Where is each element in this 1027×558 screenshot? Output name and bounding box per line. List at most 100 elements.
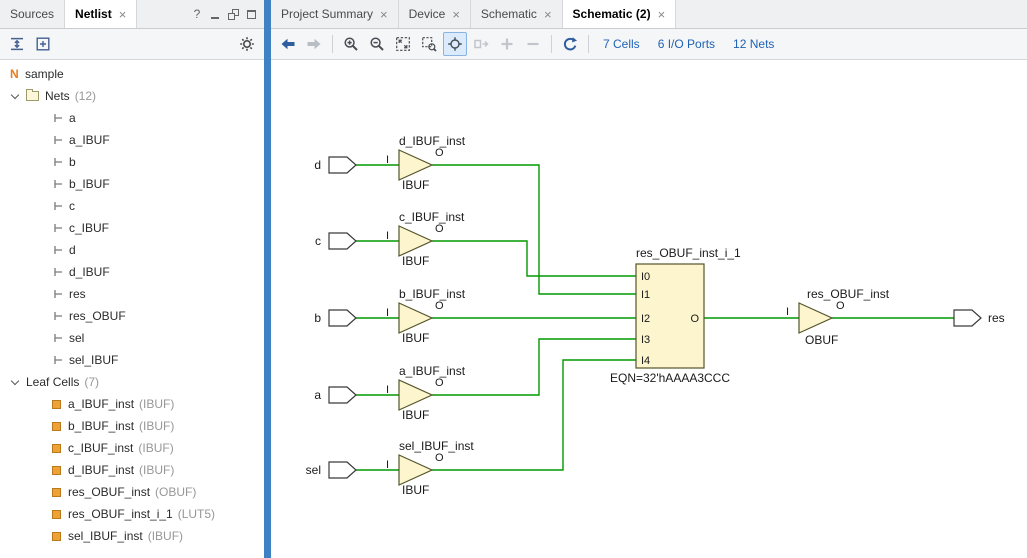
panel-splitter[interactable] xyxy=(264,0,271,558)
expand-all-button[interactable] xyxy=(31,32,55,56)
chevron-down-icon[interactable] xyxy=(11,376,19,384)
output-port-res[interactable]: res xyxy=(954,310,1005,326)
input-port-sel[interactable]: sel xyxy=(306,462,356,478)
forward-button[interactable] xyxy=(302,32,326,56)
tree-item-net-a-ibuf[interactable]: a_IBUF xyxy=(0,129,264,151)
regenerate-button[interactable] xyxy=(558,32,582,56)
ibuf-d-ibuf-inst[interactable]: d_IBUF_inst I O IBUF xyxy=(386,134,466,192)
zoom-out-icon xyxy=(369,36,385,52)
add-button[interactable] xyxy=(495,32,519,56)
tab-close-icon[interactable]: × xyxy=(544,8,552,21)
port-label: sel xyxy=(306,463,321,477)
input-port-d[interactable]: d xyxy=(314,157,356,173)
tree-item-label: Nets xyxy=(45,89,70,103)
tree-item-net-d[interactable]: d xyxy=(0,239,264,261)
tree-item-label: d xyxy=(69,243,76,257)
cells-count-link[interactable]: 7 Cells xyxy=(603,37,640,51)
tree-item-cell-res-obuf-inst[interactable]: res_OBUF_inst (OBUF) xyxy=(0,481,264,503)
back-button[interactable] xyxy=(276,32,300,56)
float-icon[interactable] xyxy=(224,0,242,28)
tree-item-cell-res-obuf-inst-i-1[interactable]: res_OBUF_inst_i_1 (LUT5) xyxy=(0,503,264,525)
tree-item-net-c-ibuf[interactable]: c_IBUF xyxy=(0,217,264,239)
tab-close-icon[interactable]: × xyxy=(119,8,127,21)
input-port-b[interactable]: b xyxy=(314,310,356,326)
net-c-ibuf[interactable] xyxy=(432,241,636,276)
ibuf-a-ibuf-inst[interactable]: a_IBUF_inst I O IBUF xyxy=(386,364,466,422)
chevron-down-icon[interactable] xyxy=(11,90,19,98)
remove-button[interactable] xyxy=(521,32,545,56)
tree-item-net-sel[interactable]: sel xyxy=(0,327,264,349)
nets-count-link[interactable]: 12 Nets xyxy=(733,37,774,51)
cell-type-label: OBUF xyxy=(805,333,838,347)
cell-icon xyxy=(52,422,61,431)
autofit-selection-button[interactable] xyxy=(443,32,467,56)
tree-item-net-b-ibuf[interactable]: b_IBUF xyxy=(0,173,264,195)
pin-label-o: O xyxy=(435,377,444,389)
tree-item-label: d_IBUF xyxy=(69,265,110,279)
pin-label-i: I xyxy=(386,230,389,242)
maximize-icon[interactable] xyxy=(242,0,260,28)
tab-close-icon[interactable]: × xyxy=(452,8,460,21)
tab-netlist[interactable]: Netlist × xyxy=(65,0,137,28)
tree-item-label: res xyxy=(69,287,86,301)
cell-type-label: IBUF xyxy=(402,178,429,192)
tree-item-cell-sel-ibuf-inst[interactable]: sel_IBUF_inst (IBUF) xyxy=(0,525,264,547)
input-port-c[interactable]: c xyxy=(315,233,356,249)
zoom-fit-button[interactable] xyxy=(391,32,415,56)
obuf-res-obuf-inst[interactable]: res_OBUF_inst I O OBUF xyxy=(786,287,890,347)
ibuf-b-ibuf-inst[interactable]: b_IBUF_inst I O IBUF xyxy=(386,287,466,345)
pin-label-o: O xyxy=(435,452,444,464)
tree-item-net-res[interactable]: res xyxy=(0,283,264,305)
net-d-ibuf[interactable] xyxy=(432,165,636,294)
tree-folder-nets[interactable]: Nets (12) xyxy=(0,85,264,107)
lut5-res-obuf-inst-i-1[interactable]: res_OBUF_inst_i_1 I0 I1 I2 I3 I4 O EQN=3… xyxy=(610,246,741,385)
ibuf-c-ibuf-inst[interactable]: c_IBUF_inst I O IBUF xyxy=(386,210,465,268)
tree-item-net-b[interactable]: b xyxy=(0,151,264,173)
io-ports-count-link[interactable]: 6 I/O Ports xyxy=(658,37,715,51)
tab-project-summary[interactable]: Project Summary × xyxy=(271,0,399,28)
schematic-canvas[interactable]: d c b a sel xyxy=(271,60,1027,558)
zoom-selection-button[interactable] xyxy=(417,32,441,56)
tree-item-net-sel-ibuf[interactable]: sel_IBUF xyxy=(0,349,264,371)
help-icon[interactable]: ? xyxy=(188,0,206,28)
tab-device[interactable]: Device × xyxy=(399,0,471,28)
input-port-a[interactable]: a xyxy=(314,387,356,403)
tree-item-label: b_IBUF xyxy=(69,177,110,191)
pin-label-i0: I0 xyxy=(641,271,650,283)
tree-item-cell-b-ibuf-inst[interactable]: b_IBUF_inst (IBUF) xyxy=(0,415,264,437)
net-icon xyxy=(52,156,64,168)
tree-item-net-d-ibuf[interactable]: d_IBUF xyxy=(0,261,264,283)
tree-item-sample[interactable]: N sample xyxy=(0,63,264,85)
tree-item-label: sample xyxy=(25,67,64,81)
tab-schematic-2[interactable]: Schematic (2) × xyxy=(563,0,677,28)
vivado-window: Sources Netlist × ? xyxy=(0,0,1027,558)
tab-schematic[interactable]: Schematic × xyxy=(471,0,563,28)
port-label: d xyxy=(314,158,321,172)
cell-icon xyxy=(52,488,61,497)
expand-all-icon xyxy=(35,36,51,52)
schematic-toolbar: 7 Cells 6 I/O Ports 12 Nets xyxy=(271,29,1027,60)
zoom-in-button[interactable] xyxy=(339,32,363,56)
expand-cone-button[interactable] xyxy=(469,32,493,56)
zoom-out-button[interactable] xyxy=(365,32,389,56)
tree-item-net-res-obuf[interactable]: res_OBUF xyxy=(0,305,264,327)
crosshair-icon xyxy=(447,36,463,52)
port-shape xyxy=(329,462,356,478)
tree-item-cell-c-ibuf-inst[interactable]: c_IBUF_inst (IBUF) xyxy=(0,437,264,459)
tree-item-cell-a-ibuf-inst[interactable]: a_IBUF_inst (IBUF) xyxy=(0,393,264,415)
tree-item-net-a[interactable]: a xyxy=(0,107,264,129)
net-icon xyxy=(52,310,64,322)
zoom-fit-icon xyxy=(395,36,411,52)
tree-item-cell-d-ibuf-inst[interactable]: d_IBUF_inst (IBUF) xyxy=(0,459,264,481)
settings-button[interactable] xyxy=(235,32,259,56)
pin-label-i: I xyxy=(786,306,789,318)
collapse-all-button[interactable] xyxy=(5,32,29,56)
tab-close-icon[interactable]: × xyxy=(380,8,388,21)
tree-item-net-c[interactable]: c xyxy=(0,195,264,217)
minimize-icon[interactable] xyxy=(206,0,224,28)
ibuf-sel-ibuf-inst[interactable]: sel_IBUF_inst I O IBUF xyxy=(386,439,474,497)
tree-folder-leaf-cells[interactable]: Leaf Cells (7) xyxy=(0,371,264,393)
tab-sources[interactable]: Sources xyxy=(0,0,65,28)
back-arrow-icon xyxy=(280,36,296,52)
tab-close-icon[interactable]: × xyxy=(658,8,666,21)
